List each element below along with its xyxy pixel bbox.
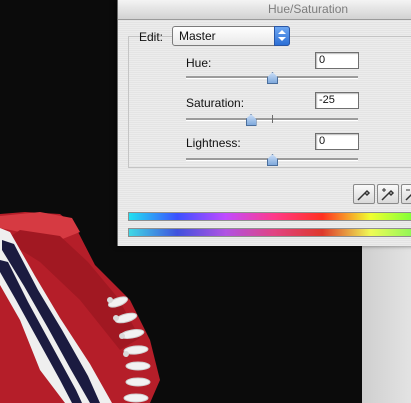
canvas-gray-area — [362, 246, 411, 403]
eyedropper-minus-icon — [405, 189, 411, 201]
eyedropper-plus-button[interactable] — [377, 184, 399, 204]
dialog-titlebar[interactable]: Hue/Saturation — [118, 0, 411, 20]
saturation-input[interactable]: -25 — [315, 92, 359, 109]
lightness-label: Lightness: — [186, 136, 241, 150]
output-color-bar — [128, 228, 411, 237]
lightness-input[interactable]: 0 — [315, 133, 359, 150]
hue-input[interactable]: 0 — [315, 52, 359, 69]
eyedropper-button[interactable] — [353, 184, 375, 204]
hue-label: Hue: — [186, 56, 212, 70]
eyedropper-icon — [357, 189, 371, 201]
edit-label: Edit: — [139, 30, 164, 44]
hue-slider-track[interactable] — [186, 72, 358, 84]
saturation-label: Saturation: — [186, 96, 245, 110]
hue-saturation-dialog: Hue/Saturation Edit: Master Hue: 0 Satur… — [117, 0, 411, 246]
hue-input-value: 0 — [319, 54, 326, 66]
dropdown-arrows-icon — [274, 26, 290, 46]
saturation-slider-track[interactable] — [186, 114, 358, 126]
eyedropper-minus-button[interactable] — [401, 184, 411, 204]
saturation-center-tick — [272, 115, 273, 123]
adjustment-group — [128, 36, 411, 168]
dialog-title: Hue/Saturation — [268, 2, 349, 16]
lightness-slider-track[interactable] — [186, 154, 358, 166]
lightness-input-value: 0 — [319, 135, 326, 147]
edit-dropdown-value: Master — [179, 29, 216, 43]
saturation-input-value: -25 — [319, 94, 335, 106]
input-color-bar — [128, 212, 411, 221]
eyedropper-plus-icon — [381, 188, 395, 201]
edit-dropdown[interactable]: Master — [172, 26, 290, 46]
